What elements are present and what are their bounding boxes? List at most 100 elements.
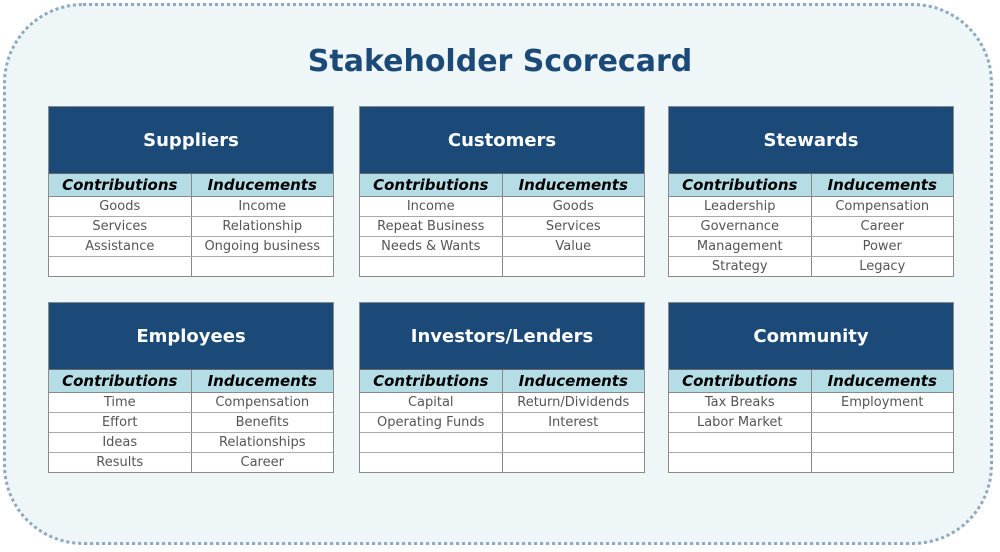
table-row: Time Compensation	[49, 392, 333, 413]
stakeholder-table: Contributions Inducements Income Goods R…	[360, 174, 644, 276]
inducement-cell	[502, 432, 644, 453]
inducement-cell: Return/Dividends	[502, 392, 644, 413]
table-row: Governance Career	[669, 216, 953, 237]
inducement-cell	[191, 257, 333, 277]
table-row: Ideas Relationships	[49, 432, 333, 453]
contributions-header: Contributions	[669, 370, 812, 393]
inducement-cell	[811, 432, 953, 453]
table-row: Effort Benefits	[49, 412, 333, 433]
inducements-header: Inducements	[502, 174, 644, 197]
card-title: Investors/Lenders	[360, 303, 644, 370]
table-row: Operating Funds Interest	[360, 412, 644, 433]
contribution-cell: Results	[49, 452, 192, 472]
contribution-cell: Assistance	[49, 236, 192, 257]
stakeholder-table: Contributions Inducements Tax Breaks Emp…	[669, 370, 953, 472]
contribution-cell: Operating Funds	[360, 412, 503, 433]
table-row: Repeat Business Services	[360, 216, 644, 237]
contribution-cell: Management	[669, 236, 812, 257]
inducement-cell	[502, 453, 644, 473]
contribution-cell: Repeat Business	[360, 216, 503, 237]
stakeholder-card: Investors/Lenders Contributions Induceme…	[359, 302, 645, 473]
inducement-cell: Compensation	[811, 196, 953, 217]
table-row: Leadership Compensation	[669, 196, 953, 217]
table-row: Tax Breaks Employment	[669, 392, 953, 413]
inducements-header: Inducements	[191, 174, 333, 197]
table-row: Goods Income	[49, 196, 333, 217]
inducement-cell: Services	[502, 216, 644, 237]
contributions-header: Contributions	[49, 370, 192, 393]
inducements-header: Inducements	[811, 370, 953, 393]
inducement-cell	[811, 412, 953, 433]
contribution-cell: Capital	[360, 392, 503, 413]
contribution-cell	[49, 256, 192, 276]
inducement-cell: Goods	[502, 196, 644, 217]
inducement-cell	[502, 257, 644, 277]
card-title: Suppliers	[49, 107, 333, 174]
inducement-cell: Relationships	[191, 432, 333, 453]
contributions-header: Contributions	[669, 174, 812, 197]
inducement-cell: Career	[811, 216, 953, 237]
contribution-cell: Goods	[49, 196, 192, 217]
stakeholder-table: Contributions Inducements Leadership Com…	[669, 174, 953, 276]
stakeholder-card: Community Contributions Inducements Tax …	[668, 302, 954, 473]
inducement-cell	[811, 453, 953, 473]
inducement-cell: Legacy	[859, 259, 906, 274]
contribution-cell	[360, 452, 503, 472]
table-row	[669, 452, 953, 473]
table-row: Assistance Ongoing business	[49, 236, 333, 257]
contribution-cell: Tax Breaks	[669, 392, 812, 413]
contributions-header: Contributions	[360, 370, 503, 393]
contribution-cell: Needs & Wants	[360, 236, 503, 257]
contribution-cell: Leadership	[669, 196, 812, 217]
card-title: Customers	[360, 107, 644, 174]
contribution-cell: Strategy	[669, 256, 812, 276]
table-row	[49, 256, 333, 277]
contribution-cell: Services	[49, 216, 192, 237]
inducement-cell: Income	[191, 196, 333, 217]
contribution-cell: Ideas	[49, 432, 192, 453]
inducement-cell: Career	[240, 455, 284, 470]
contributions-header: Contributions	[49, 174, 192, 197]
contribution-cell: Effort	[49, 412, 192, 433]
table-row: Services Relationship	[49, 216, 333, 237]
contribution-cell: Governance	[669, 216, 812, 237]
table-row	[360, 432, 644, 453]
inducement-cell: Employment	[811, 392, 953, 413]
contribution-cell	[669, 452, 812, 472]
stakeholder-card: Customers Contributions Inducements Inco…	[359, 106, 645, 277]
contributions-header: Contributions	[360, 174, 503, 197]
card-title: Community	[669, 303, 953, 370]
contribution-cell	[360, 256, 503, 276]
table-row	[360, 452, 644, 473]
table-row: Income Goods	[360, 196, 644, 217]
inducement-cell: Relationship	[191, 216, 333, 237]
inducement-cell: Value	[502, 236, 644, 257]
stakeholder-card: Suppliers Contributions Inducements Good…	[48, 106, 334, 277]
table-row	[360, 256, 644, 277]
contribution-cell	[360, 432, 503, 453]
table-row: Management Power	[669, 236, 953, 257]
table-row: Results Career	[49, 452, 333, 472]
inducements-header: Inducements	[811, 174, 953, 197]
card-title: Stewards	[669, 107, 953, 174]
table-row	[669, 432, 953, 453]
inducements-header: Inducements	[502, 370, 644, 393]
page-title: Stakeholder Scorecard	[307, 44, 693, 79]
stakeholder-table: Contributions Inducements Capital Return…	[360, 370, 644, 472]
table-row: Labor Market	[669, 412, 953, 433]
stakeholder-table: Contributions Inducements Goods Income S…	[49, 174, 333, 276]
table-row: Strategy Legacy	[669, 256, 953, 276]
inducement-cell: Benefits	[191, 412, 333, 433]
table-row: Needs & Wants Value	[360, 236, 644, 257]
inducement-cell: Power	[811, 236, 953, 257]
inducement-cell: Interest	[502, 412, 644, 433]
stakeholder-card: Stewards Contributions Inducements Leade…	[668, 106, 954, 277]
inducement-cell: Ongoing business	[191, 236, 333, 257]
stakeholder-table: Contributions Inducements Time Compensat…	[49, 370, 333, 472]
stakeholder-card: Employees Contributions Inducements Time…	[48, 302, 334, 473]
contribution-cell: Labor Market	[669, 412, 812, 433]
inducement-cell: Compensation	[191, 392, 333, 413]
inducements-header: Inducements	[191, 370, 333, 393]
contribution-cell: Income	[360, 196, 503, 217]
card-title: Employees	[49, 303, 333, 370]
